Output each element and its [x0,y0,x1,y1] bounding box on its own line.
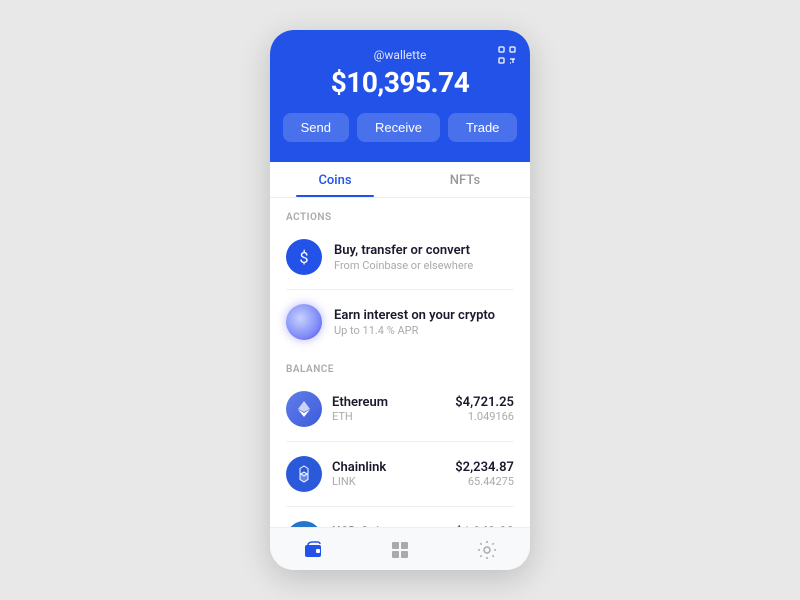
coin-usdc[interactable]: $ USD Coin USDC $1,942.00 1,942.00 [270,511,530,527]
ethereum-icon [286,391,322,427]
action-buttons-group: Send Receive Trade [286,113,514,142]
coin-ethereum[interactable]: Ethereum ETH $4,721.25 1.049166 [270,381,530,437]
earn-interest-icon [286,304,322,340]
ethereum-name: Ethereum [332,395,445,410]
header: @wallette $10,395.74 Send Receive Trade [270,30,530,162]
nav-wallet[interactable] [270,536,357,564]
earn-interest-item[interactable]: Earn interest on your crypto Up to 11.4 … [270,294,530,350]
phone-container: @wallette $10,395.74 Send Receive Trade … [270,30,530,570]
scan-icon[interactable] [498,46,516,68]
ethereum-usd: $4,721.25 [455,395,514,410]
chainlink-usd: $2,234.87 [455,460,514,475]
main-content: ACTIONS $ Buy, transfer or convert From … [270,198,530,527]
nav-grid[interactable] [357,536,444,564]
chainlink-symbol: LINK [332,475,445,488]
earn-interest-subtitle: Up to 11.4 % APR [334,324,495,337]
chainlink-icon [286,456,322,492]
buy-transfer-item[interactable]: $ Buy, transfer or convert From Coinbase… [270,229,530,285]
buy-transfer-icon: $ [286,239,322,275]
chainlink-name: Chainlink [332,460,445,475]
username: @wallette [286,48,514,62]
ethereum-amount: 1.049166 [455,410,514,423]
bottom-nav [270,527,530,570]
coin-chainlink[interactable]: Chainlink LINK $2,234.87 65.44275 [270,446,530,502]
divider-3 [286,506,514,507]
divider-1 [286,289,514,290]
trade-button[interactable]: Trade [448,113,517,142]
divider-2 [286,441,514,442]
balance-section-label: BALANCE [270,350,530,381]
receive-button[interactable]: Receive [357,113,440,142]
tab-coins[interactable]: Coins [270,162,400,197]
send-button[interactable]: Send [283,113,349,142]
earn-interest-title: Earn interest on your crypto [334,308,495,323]
nav-settings[interactable] [443,536,530,564]
buy-transfer-subtitle: From Coinbase or elsewhere [334,259,473,272]
tab-nfts[interactable]: NFTs [400,162,530,197]
buy-transfer-title: Buy, transfer or convert [334,243,473,258]
actions-section-label: ACTIONS [270,198,530,229]
ethereum-symbol: ETH [332,410,445,423]
tabs-bar: Coins NFTs [270,162,530,198]
total-balance: $10,395.74 [286,66,514,99]
chainlink-amount: 65.44275 [455,475,514,488]
